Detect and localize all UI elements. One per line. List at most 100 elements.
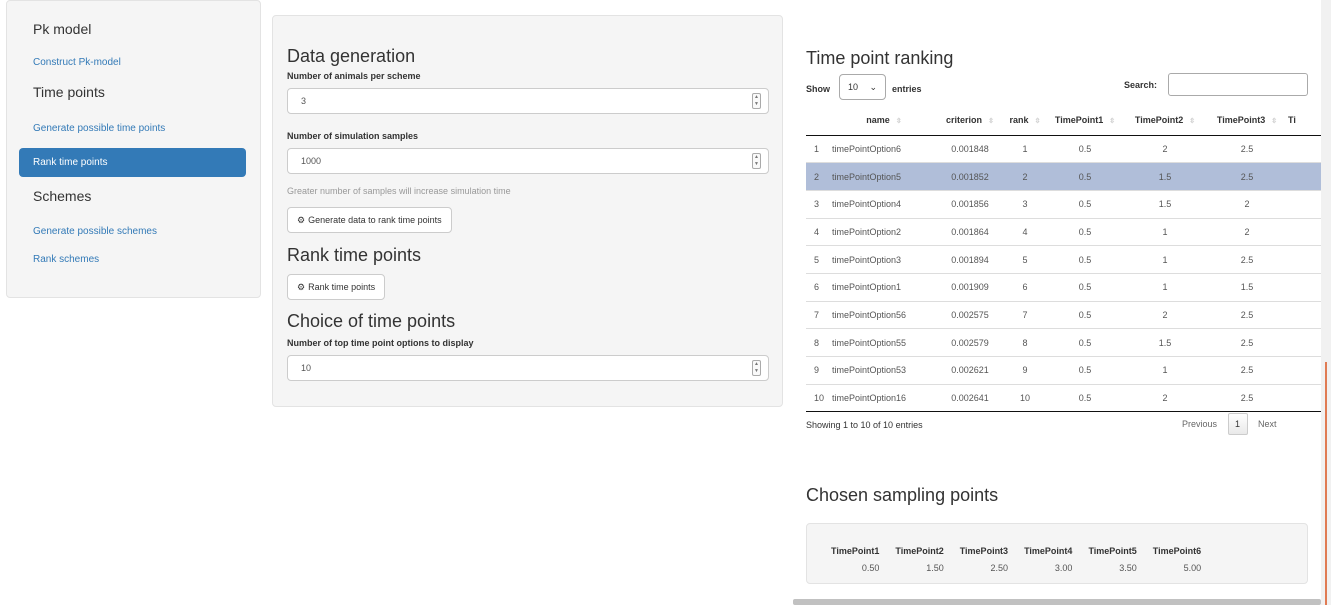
table-cell: 3.00 <box>1054 563 1073 573</box>
pagination: Previous 1 Next <box>1182 413 1277 435</box>
column-header-timepoint3[interactable]: TimePoint3 ⇳ <box>1206 106 1288 136</box>
sidebar-item-construct-pk-model[interactable]: Construct Pk-model <box>7 45 260 78</box>
table-cell: timePointOption2 <box>832 217 936 246</box>
table-cell: 6 <box>1004 272 1046 302</box>
page-button-current[interactable]: 1 <box>1227 413 1248 435</box>
next-button[interactable]: Next <box>1258 419 1277 429</box>
table-cell: 2 <box>1206 189 1288 219</box>
table-row[interactable]: 10 timePointOption16 0.002641 10 0.5 2 2.5 <box>806 383 1326 413</box>
gears-icon: ⚙ <box>297 215 306 225</box>
column-header-rank[interactable]: rank ⇳ <box>1004 106 1046 136</box>
entries-select[interactable]: 10 ⌄ <box>839 74 886 100</box>
table-cell: 0.5 <box>1046 245 1124 274</box>
horizontal-scrollbar[interactable] <box>793 599 1321 605</box>
table-info: Showing 1 to 10 of 10 entries <box>806 420 923 430</box>
table-cell: timePointOption53 <box>832 356 936 385</box>
table-row[interactable]: 2 timePointOption5 0.001852 2 0.5 1.5 2.5 <box>806 162 1326 191</box>
column-header-name[interactable]: name ⇳ <box>832 106 936 136</box>
chosen-title: Chosen sampling points <box>806 485 999 505</box>
table-cell: 1.5 <box>1124 328 1206 357</box>
table-cell: 0.002579 <box>936 328 1004 357</box>
animals-input[interactable]: 3 ▲ ▼ <box>287 88 769 114</box>
gears-icon: ⚙ <box>297 282 306 292</box>
table-cell: 0.5 <box>1046 272 1124 302</box>
table-row[interactable]: 9 timePointOption53 0.002621 9 0.5 1 2.5 <box>806 356 1326 385</box>
table-cell: 2.5 <box>1206 134 1288 163</box>
sort-icon: ⇳ <box>1109 118 1116 126</box>
table-cell: 5.00 <box>1183 563 1202 573</box>
column-header-criterion[interactable]: criterion ⇳ <box>936 106 1004 136</box>
animals-label: Number of animals per scheme <box>287 71 421 81</box>
table-cell: 0.5 <box>1046 134 1124 163</box>
sidebar-item-rank-time-points[interactable]: Rank time points <box>19 148 246 177</box>
animals-value: 3 <box>301 96 307 106</box>
spinner-icon[interactable]: ▲ ▼ <box>752 153 761 169</box>
sort-icon: ⇳ <box>1034 118 1041 126</box>
table-cell: 1 <box>1124 272 1206 302</box>
top-options-input[interactable]: 10 ▲ ▼ <box>287 355 769 381</box>
sort-icon: ⇳ <box>988 118 994 126</box>
table-row[interactable]: 6 timePointOption1 0.001909 6 0.5 1 1.5 <box>806 272 1326 302</box>
sidebar-item-rank-schemes[interactable]: Rank schemes <box>7 247 260 280</box>
column-header-timepoint2[interactable]: TimePoint2 ⇳ <box>1124 106 1206 136</box>
table-cell: 0.5 <box>1046 189 1124 219</box>
table-cell: 2 <box>1206 217 1288 246</box>
column-header: TimePoint6 <box>1152 545 1202 556</box>
table-cell: 3.50 <box>1119 563 1137 573</box>
data-generation-panel: Data generation Number of animals per sc… <box>272 15 783 407</box>
chosen-points-table: TimePoint1 TimePoint2 TimePoint3 TimePoint4… <box>823 542 1209 577</box>
table-cell: 2 <box>1004 162 1046 191</box>
table-cell: 2.5 <box>1206 245 1288 274</box>
table-cell: timePointOption6 <box>832 134 936 163</box>
table-row: 0.50 1.50 2.50 3.00 3.50 5.00 <box>823 559 1209 577</box>
table-cell: 4 <box>1004 217 1046 246</box>
table-cell: 0.5 <box>1046 162 1124 191</box>
table-cell: 1 <box>1124 356 1206 385</box>
table-row[interactable]: 3 timePointOption4 0.001856 3 0.5 1.5 2 <box>806 189 1326 219</box>
search-input[interactable] <box>1168 73 1308 96</box>
table-cell: 8 <box>1004 328 1046 357</box>
scroll-thumb[interactable] <box>1325 362 1327 605</box>
sidebar-heading-pk-model: Pk model <box>33 21 92 37</box>
table-row[interactable]: 7 timePointOption56 0.002575 7 0.5 2 2.5 <box>806 300 1326 329</box>
generate-data-button[interactable]: ⚙ Generate data to rank time points <box>287 207 452 233</box>
column-header: TimePoint5 <box>1088 545 1137 556</box>
sidebar-item-generate-time-points[interactable]: Generate possible time points <box>7 111 260 144</box>
sidebar-nav: Pk model Construct Pk-model Time points … <box>6 0 261 298</box>
rank-time-points-button[interactable]: ⚙ Rank time points <box>287 274 386 300</box>
samples-input[interactable]: 1000 ▲ ▼ <box>287 148 769 174</box>
table-row[interactable]: 5 timePointOption3 0.001894 5 0.5 1 2.5 <box>806 245 1326 274</box>
table-cell: 0.5 <box>1046 300 1124 329</box>
top-options-label: Number of top time point options to disp… <box>287 338 474 348</box>
search-label: Search: <box>1124 80 1158 90</box>
table-cell: 2.5 <box>1206 328 1288 357</box>
entries-select-value: 10 <box>848 82 859 92</box>
table-cell: 0.001864 <box>936 217 1004 246</box>
table-row[interactable]: 1 timePointOption6 0.001848 1 0.5 2 2.5 <box>806 134 1326 163</box>
sidebar-item-generate-schemes[interactable]: Generate possible schemes <box>7 214 260 247</box>
table-cell: timePointOption56 <box>832 300 936 329</box>
spinner-icon[interactable]: ▲ ▼ <box>752 93 761 109</box>
previous-button[interactable]: Previous <box>1182 419 1217 429</box>
table-cell: 0.5 <box>1046 328 1124 357</box>
table-row[interactable]: 4 timePointOption2 0.001864 4 0.5 1 2 <box>806 217 1326 246</box>
table-cell: 0.001909 <box>936 272 1004 302</box>
column-header: TimePoint2 <box>895 545 944 556</box>
sort-icon: ⇳ <box>895 118 902 126</box>
sort-icon: ⇳ <box>1189 118 1196 126</box>
table-cell: 7 <box>1004 300 1046 329</box>
spinner-icon[interactable]: ▲ ▼ <box>752 360 761 376</box>
table-cell: 2.5 <box>1206 383 1288 413</box>
results-panel: Time point ranking Show 10 ⌄ entries Sea… <box>806 0 1326 605</box>
table-cell: 0.001856 <box>936 189 1004 219</box>
column-header-timepoint1[interactable]: TimePoint1 ⇳ <box>1046 106 1124 136</box>
table-row[interactable]: 8 timePointOption55 0.002579 8 0.5 1.5 2.5 <box>806 328 1326 357</box>
table-cell: timePointOption5 <box>832 162 936 191</box>
table-cell: 7 <box>806 300 832 329</box>
table-cell: 1.5 <box>1124 189 1206 219</box>
table-cell: 0.5 <box>1046 383 1124 413</box>
chevron-down-icon: ⌄ <box>869 82 877 92</box>
choice-title: Choice of time points <box>287 311 456 331</box>
table-cell: 0.5 <box>1046 356 1124 385</box>
column-header: TimePoint4 <box>1024 545 1073 556</box>
